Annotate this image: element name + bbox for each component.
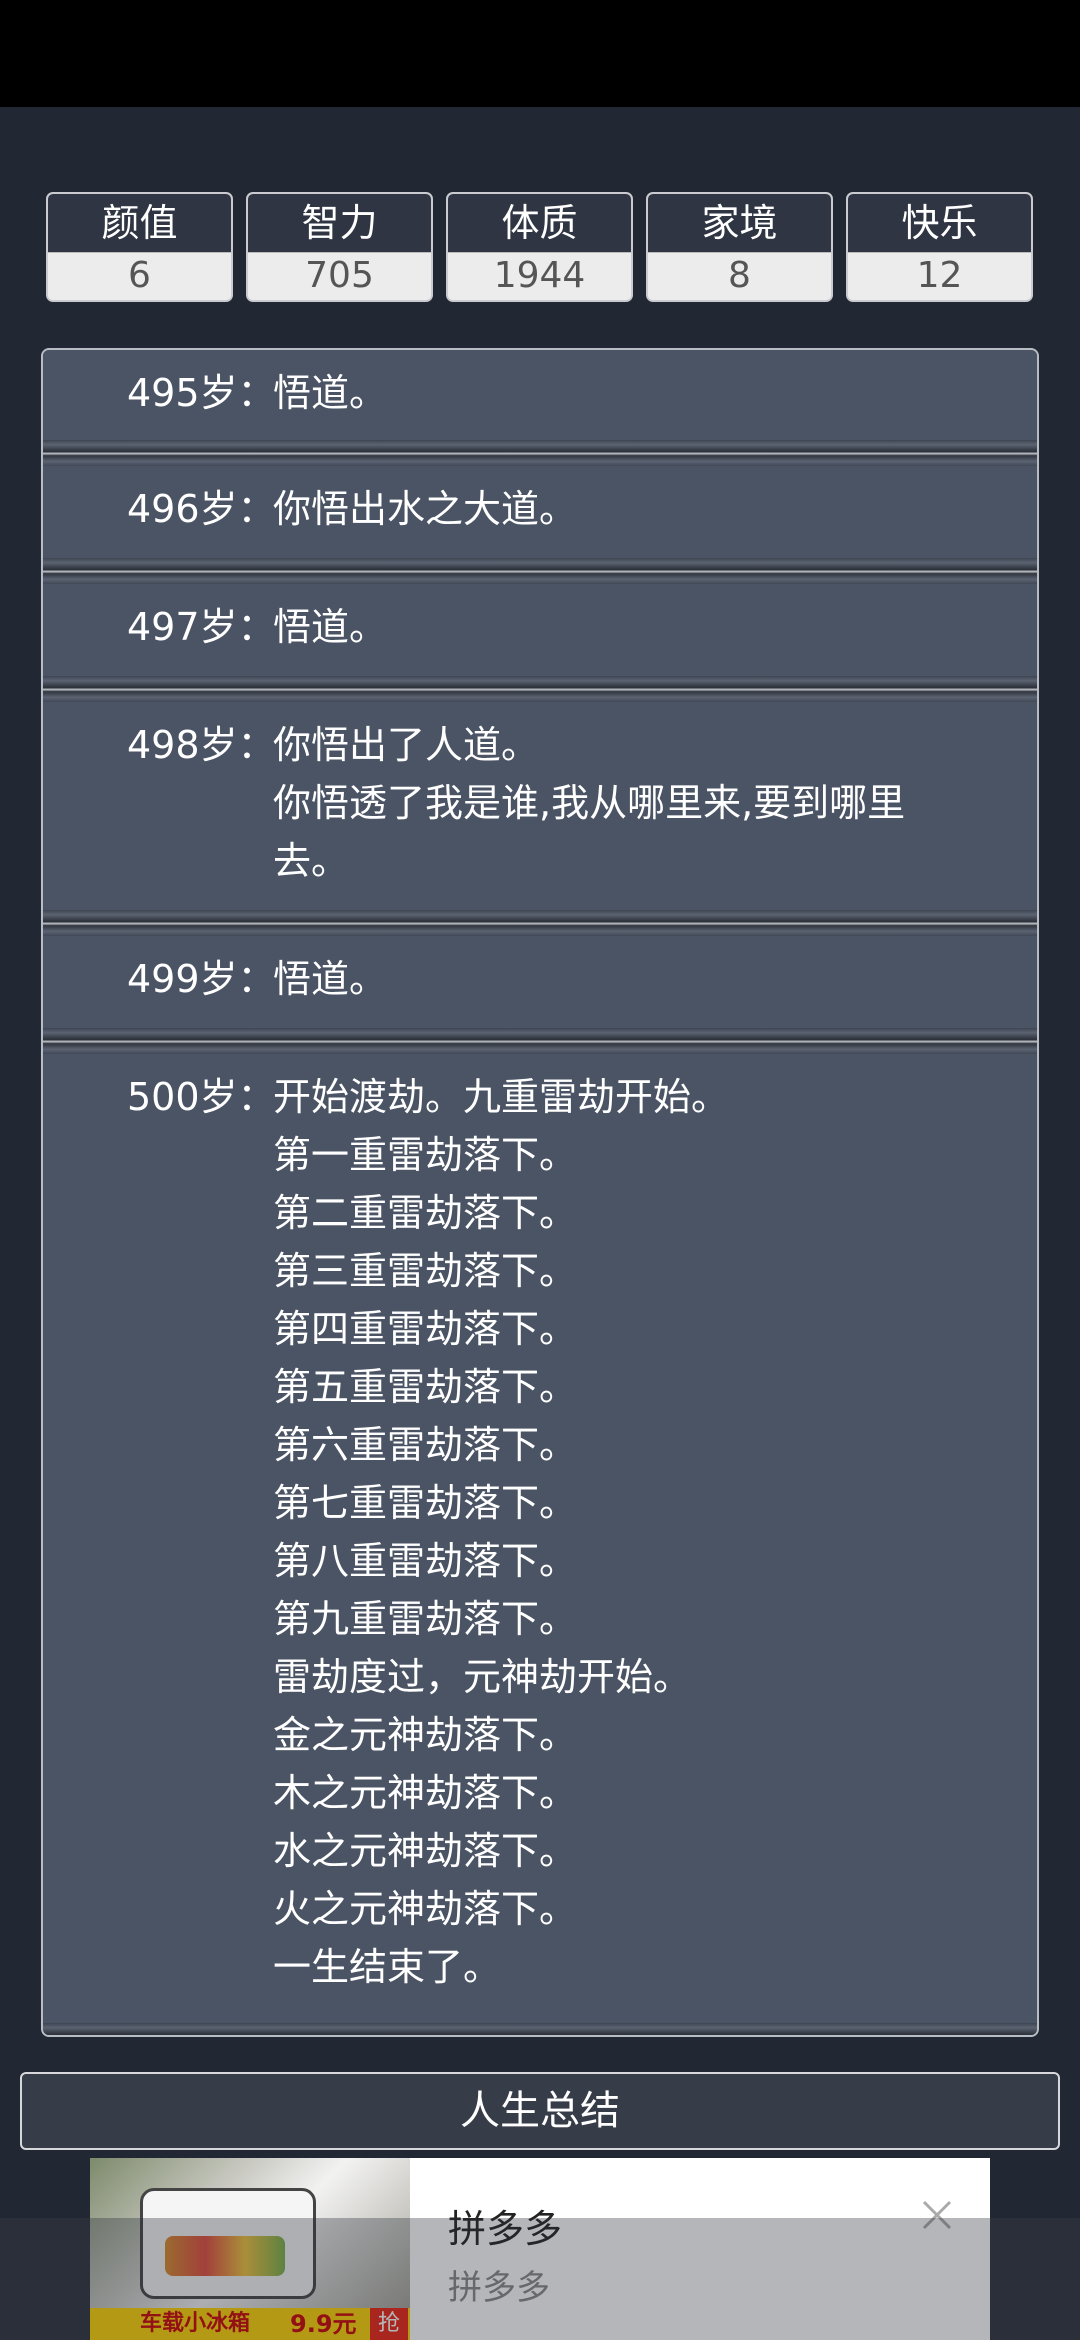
log-line: 第四重雷劫落下。 [273,1307,578,1351]
log-line: 你悟透了我是谁,我从哪里来,要到哪里 [273,781,906,825]
log-age: 495岁： [127,371,276,415]
log-lines: 悟道。 [273,950,993,1008]
life-log[interactable]: 495岁： 悟道。 496岁： 你悟出水之大道。 497岁： 悟道。 498岁：… [41,348,1039,2037]
stat-family: 家境 8 [646,192,833,302]
log-line: 第二重雷劫落下。 [273,1191,578,1235]
log-entry: 496岁： 你悟出水之大道。 [43,466,1037,558]
ad-title: 拼多多 [448,2207,563,2251]
log-line: 第八重雷劫落下。 [273,1539,578,1583]
log-entry: 498岁： 你悟出了人道。 你悟透了我是谁,我从哪里来,要到哪里 去。 [43,702,1037,910]
log-divider [43,910,1037,936]
log-entry: 500岁： 开始渡劫。九重雷劫开始。 第一重雷劫落下。 第二重雷劫落下。 第三重… [43,1054,1037,2023]
log-line: 悟道。 [273,957,388,1001]
ad-image-price: 9.9元 [290,2310,357,2338]
status-bar [0,0,1080,107]
log-line: 开始渡劫。九重雷劫开始。 [273,1075,730,1119]
log-lines: 你悟出了人道。 你悟透了我是谁,我从哪里来,要到哪里 去。 [273,716,993,890]
stat-appearance: 颜值 6 [46,192,233,302]
stat-value: 6 [48,252,231,300]
log-age: 500岁： [127,1075,276,1119]
close-icon[interactable] [920,2198,954,2232]
log-line: 悟道。 [273,605,388,649]
log-line: 金之元神劫落下。 [273,1713,578,1757]
log-line: 第九重雷劫落下。 [273,1597,578,1641]
ad-image[interactable]: 车载小冰箱 9.9元 抢 [90,2158,410,2340]
log-divider [43,1028,1037,1054]
stat-label: 快乐 [848,194,1031,252]
log-line: 第一重雷劫落下。 [273,1133,578,1177]
log-age: 496岁： [127,487,276,531]
log-line: 第五重雷劫落下。 [273,1365,578,1409]
log-age: 498岁： [127,723,276,767]
life-summary-button[interactable]: 人生总结 [20,2072,1060,2150]
log-line: 你悟出了人道。 [273,723,540,767]
log-lines: 你悟出水之大道。 [273,480,993,538]
log-divider [43,440,1037,466]
stat-value: 1944 [448,252,631,300]
log-entry: 499岁： 悟道。 [43,936,1037,1028]
ad-image-badge: 抢 [370,2308,408,2340]
fruit-graphic [165,2236,285,2276]
log-line: 第七重雷劫落下。 [273,1481,578,1525]
log-line: 火之元神劫落下。 [273,1887,578,1931]
log-divider [43,558,1037,584]
stat-label: 智力 [248,194,431,252]
stat-intelligence: 智力 705 [246,192,433,302]
log-line: 水之元神劫落下。 [273,1829,578,1873]
stat-value: 12 [848,252,1031,300]
log-age: 499岁： [127,957,276,1001]
log-line: 一生结束了。 [273,1945,502,1989]
stat-happiness: 快乐 12 [846,192,1033,302]
log-line: 你悟出水之大道。 [273,487,578,531]
log-line: 第三重雷劫落下。 [273,1249,578,1293]
log-lines: 悟道。 [273,364,993,422]
log-line: 雷劫度过，元神劫开始。 [273,1655,692,1699]
stats-bar: 颜值 6 智力 705 体质 1944 家境 8 快乐 12 [46,192,1036,302]
ad-subtitle: 拼多多 [448,2268,550,2308]
log-divider [43,2023,1037,2035]
log-line: 去。 [273,839,350,883]
log-line: 第六重雷劫落下。 [273,1423,578,1467]
log-entry: 495岁： 悟道。 [43,350,1037,440]
stat-value: 705 [248,252,431,300]
log-lines: 悟道。 [273,598,993,656]
log-line: 木之元神劫落下。 [273,1771,578,1815]
log-line: 悟道。 [273,371,388,415]
log-entry: 497岁： 悟道。 [43,584,1037,676]
log-lines: 开始渡劫。九重雷劫开始。 第一重雷劫落下。 第二重雷劫落下。 第三重雷劫落下。 … [273,1068,993,1996]
stat-constitution: 体质 1944 [446,192,633,302]
stat-value: 8 [648,252,831,300]
log-divider [43,676,1037,702]
log-age: 497岁： [127,605,276,649]
stat-label: 颜值 [48,194,231,252]
stat-label: 家境 [648,194,831,252]
ad-image-caption: 车载小冰箱 [140,2311,251,2336]
ad-banner[interactable]: 车载小冰箱 9.9元 抢 拼多多 拼多多 [90,2158,990,2340]
stat-label: 体质 [448,194,631,252]
